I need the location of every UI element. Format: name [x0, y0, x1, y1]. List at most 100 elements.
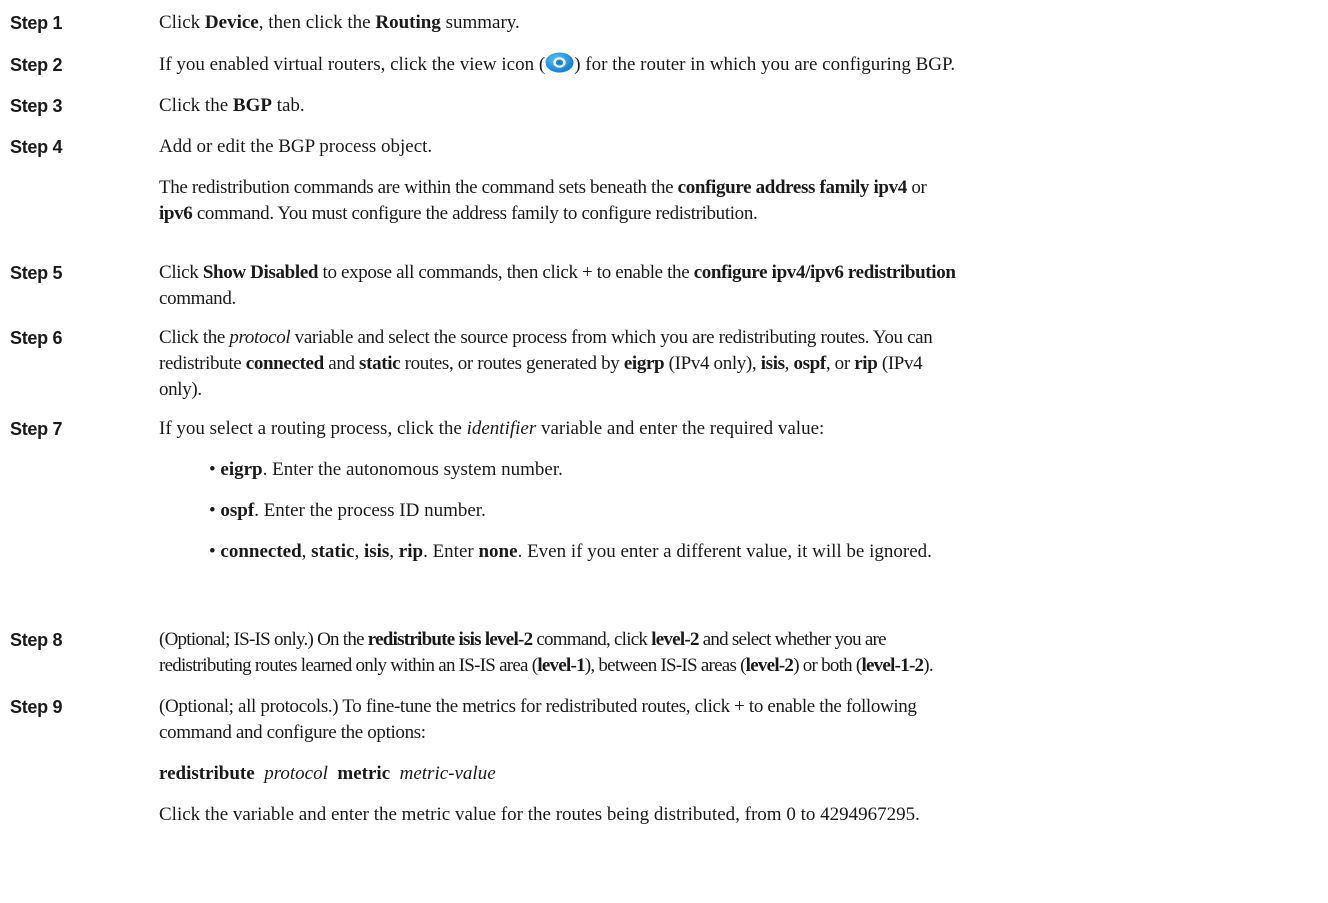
text-run: (Optional; all protocols.) To fine-tune …: [159, 696, 917, 717]
text-run: [255, 763, 265, 784]
step-text: If you enabled virtual routers, click th…: [159, 52, 1319, 78]
text-run: , then click the: [258, 12, 376, 33]
step-text: If you select a routing process, click t…: [159, 416, 1319, 442]
step-body: (Optional; all protocols.) To fine-tune …: [159, 694, 1319, 828]
text-run: tab.: [271, 95, 305, 116]
text-run: Click: [159, 262, 203, 283]
italic-term: metric-value: [399, 763, 496, 784]
bold-term: connected: [245, 353, 324, 374]
text-run: redistributing routes learned only withi…: [159, 655, 538, 676]
text-run: routes, or routes generated by: [400, 353, 624, 374]
text-run: [390, 763, 400, 784]
bold-term: eigrp: [220, 459, 263, 480]
step-text: Click Show Disabled to expose all comman…: [159, 260, 1319, 312]
command-syntax: redistribute protocol metric metric-valu…: [159, 761, 1319, 787]
step-text: Click the BGP tab.: [159, 93, 1319, 119]
step-note: The redistribution commands are within t…: [159, 175, 1319, 227]
step-body: Click the protocol variable and select t…: [159, 325, 1319, 403]
bold-term: none: [478, 541, 518, 562]
text-run: to expose all commands, then click + to …: [318, 262, 694, 283]
text-run: variable and select the source process f…: [290, 327, 933, 348]
step-body: If you enabled virtual routers, click th…: [159, 52, 1319, 78]
step-label: Step 5: [10, 263, 63, 283]
text-run: •: [209, 459, 221, 480]
step-label: Step 2: [10, 55, 63, 75]
text-run: . Enter the process ID number.: [254, 500, 486, 521]
text-run: and select whether you are: [698, 629, 887, 650]
text-run: •: [209, 500, 221, 521]
italic-term: protocol: [229, 327, 291, 348]
text-run: command.: [159, 288, 236, 309]
bold-term: level-1: [537, 655, 585, 676]
text-run: variable and enter the required value:: [536, 418, 825, 439]
bold-term: rip: [854, 353, 878, 374]
bold-term: isis: [363, 541, 390, 562]
text-run: Add or edit the BGP process object.: [159, 136, 433, 157]
bold-term: connected: [220, 541, 302, 562]
step-body: (Optional; IS-IS only.) On the redistrib…: [159, 627, 1319, 679]
step-label: Step 3: [10, 96, 63, 116]
text-run: [328, 763, 338, 784]
step-body: Add or edit the BGP process object. The …: [159, 134, 1319, 227]
italic-term: protocol: [264, 763, 328, 784]
list-item: • eigrp. Enter the autonomous system num…: [209, 457, 1319, 483]
text-run: ) for the router in which you are config…: [574, 54, 956, 75]
text-run: command. You must configure the address …: [192, 203, 758, 224]
bold-term: metric: [337, 763, 391, 784]
step-text: Click the protocol variable and select t…: [159, 325, 1319, 403]
step-text: Add or edit the BGP process object.: [159, 134, 1319, 160]
text-run: . Even if you enter a different value, i…: [517, 541, 932, 562]
step-body: Click Device, then click the Routing sum…: [159, 10, 1319, 36]
bold-term: redistribute: [159, 763, 255, 784]
bold-term: eigrp: [623, 353, 665, 374]
list-item: • connected, static, isis, rip. Enter no…: [209, 539, 1319, 565]
text-run: , or: [825, 353, 855, 374]
text-run: command, click: [532, 629, 652, 650]
bold-term: BGP: [232, 95, 272, 116]
step-label: Step 6: [10, 328, 63, 348]
step-text: Click Device, then click the Routing sum…: [159, 10, 1319, 36]
step-body: Click Show Disabled to expose all comman…: [159, 260, 1319, 312]
step-label: Step 1: [10, 13, 63, 33]
step-body: Click the BGP tab.: [159, 93, 1319, 119]
text-run: (Optional; IS-IS only.) On the: [159, 629, 368, 650]
text-run: and: [323, 353, 360, 374]
bold-term: Show Disabled: [202, 262, 319, 283]
text-run: The redistribution commands are within t…: [159, 177, 678, 198]
step-label: Step 8: [10, 630, 63, 650]
text-run: •: [209, 541, 221, 562]
text-run: or: [906, 177, 927, 198]
bold-term: level-2: [651, 629, 699, 650]
step-text: (Optional; IS-IS only.) On the redistrib…: [159, 627, 1319, 679]
bold-term: level-1-2: [861, 655, 924, 676]
text-run: ,: [389, 541, 399, 562]
bold-term: Device: [204, 12, 259, 33]
text-run: command and configure the options:: [159, 722, 426, 743]
text-run: ) or both (: [793, 655, 862, 676]
bold-term: ospf: [220, 500, 255, 521]
text-run: summary.: [440, 12, 520, 33]
bold-term: Routing: [375, 12, 441, 33]
text-run: ,: [354, 541, 364, 562]
text-run: Click the variable and enter the metric …: [159, 804, 920, 825]
bold-term: level-2: [745, 655, 794, 676]
bold-term: ipv6: [159, 203, 193, 224]
bold-term: configure address family ipv4: [677, 177, 908, 198]
list-item: • ospf. Enter the process ID number.: [209, 498, 1319, 524]
step-note: Click the variable and enter the metric …: [159, 802, 1319, 828]
step-label: Step 4: [10, 137, 63, 157]
text-run: . Enter: [423, 541, 479, 562]
text-run: . Enter the autonomous system number.: [262, 459, 563, 480]
bold-term: configure ipv4/ipv6 redistribution: [693, 262, 956, 283]
view-icon: [545, 52, 574, 73]
text-run: ,: [301, 541, 312, 562]
text-run: ).: [923, 655, 933, 676]
text-run: If you enabled virtual routers, click th…: [159, 54, 546, 75]
procedure-page: Step 1 Click Device, then click the Rout…: [0, 0, 1328, 903]
bold-term: static: [359, 353, 401, 374]
text-run: Click the: [159, 95, 233, 116]
step-body: If you select a routing process, click t…: [159, 416, 1319, 565]
bold-term: static: [311, 541, 355, 562]
step-label: Step 9: [10, 697, 63, 717]
step-label: Step 7: [10, 419, 63, 439]
